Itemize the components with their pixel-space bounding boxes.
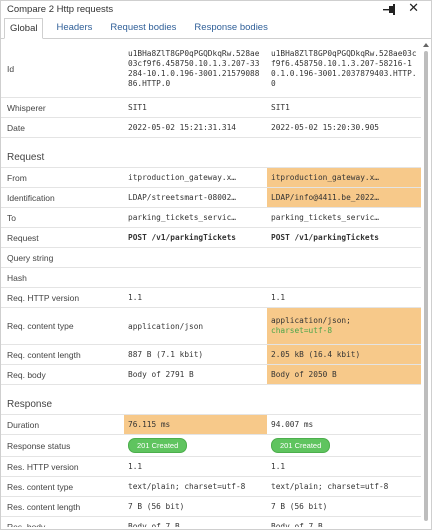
row-to: To parking_tickets_servic… parking_ticke… [1,208,421,228]
row-label: To [7,212,16,223]
row-label: Res. HTTP version [7,461,79,472]
row-req-http-version: Req. HTTP version 1.1 1.1 [1,288,421,308]
row-res-content-type: Res. content type text/plain; charset=ut… [1,477,421,497]
row-label: Id [7,64,15,74]
section-request: Request [1,138,421,168]
res-content-length-b: 7 B (56 bit) [271,502,328,511]
row-response-status: Response status 201 Created 201 Created [1,435,421,457]
req-content-type-b-main: application/json; [271,316,351,325]
whisperer-value-a: SIT1 [128,103,147,112]
row-label: From [7,172,27,183]
res-content-type-a: text/plain; charset=utf-8 [128,482,246,491]
row-res-http-version: Res. HTTP version 1.1 1.1 [1,457,421,477]
tab-bar: Global Headers Request bodies Response b… [1,18,431,39]
req-body-b[interactable]: Body of 2050 B [267,365,421,384]
row-label: Hash [7,272,27,283]
row-query-string: Query string [1,248,421,268]
pin-icon[interactable] [383,4,397,15]
scroll-up-arrow-icon[interactable] [423,43,429,47]
tab-headers[interactable]: Headers [51,22,97,38]
status-cell-a: 201 Created [124,435,267,456]
close-icon[interactable]: ✕ [408,2,419,16]
row-request: Request POST /v1/parkingTickets POST /v1… [1,228,421,248]
duration-value-a: 76.115 ms [124,415,267,434]
row-label: Request [7,232,39,243]
comparison-table: Id u1BHa8ZlT8GP0qPGQDkqRw.528ae03cf9f6.4… [1,41,421,527]
row-label: Req. HTTP version [7,292,80,303]
request-value-b: POST /v1/parkingTickets [271,233,379,242]
query-value-a [124,248,267,267]
vertical-scrollbar[interactable] [423,41,429,527]
title-bar: Compare 2 Http requests ✕ [1,1,431,18]
res-content-type-b: text/plain; charset=utf-8 [271,482,389,491]
row-id: Id u1BHa8ZlT8GP0qPGQDkqRw.528ae03cf9f6.4… [1,41,421,98]
row-hash: Hash [1,268,421,288]
row-label: Identification [7,192,55,203]
row-date: Date 2022-05-02 15:21:31.314 2022-05-02 … [1,118,421,138]
row-from: From itproduction_gateway.x… itproductio… [1,168,421,188]
query-value-b [267,248,421,267]
row-label: Response status [7,440,71,451]
request-value-a: POST /v1/parkingTickets [128,233,236,242]
id-value-b[interactable]: u1BHa8ZlT8GP0qPGQDkqRw.528ae03cf9f6.4587… [267,41,421,97]
row-label: Query string [7,252,54,263]
whisperer-value-b: SIT1 [271,103,290,112]
duration-value-b: 94.007 ms [271,420,314,429]
res-body-a[interactable]: Body of 7 B [124,517,267,527]
row-identification: Identification LDAP/streetsmart-08002… L… [1,188,421,208]
status-badge: 201 Created [271,438,331,453]
req-content-type-a: application/json [128,321,204,331]
to-value-a[interactable]: parking_tickets_servic… [124,208,267,227]
status-badge: 201 Created [128,438,188,453]
req-body-a[interactable]: Body of 2791 B [124,365,267,384]
dialog-title: Compare 2 Http requests [7,4,114,15]
req-content-type-b: application/json; charset=utf-8 [267,308,421,344]
compare-dialog: Compare 2 Http requests ✕ Global Headers… [0,0,432,530]
row-duration: Duration 76.115 ms 94.007 ms [1,415,421,435]
date-value-b: 2022-05-02 15:20:30.905 [271,123,379,132]
row-label: Whisperer [7,102,46,113]
row-label: Date [7,122,25,133]
hash-value-b [267,268,421,287]
req-content-type-b-extra: charset=utf-8 [271,326,333,335]
row-req-content-length: Req. content length 887 B (7.1 kbit) 2.0… [1,345,421,365]
from-value-b[interactable]: itproduction_gateway.x… [267,168,421,187]
row-whisperer: Whisperer SIT1 SIT1 [1,98,421,118]
identification-value-b[interactable]: LDAP/info@4411.be_2022… [267,188,421,207]
identification-value-a[interactable]: LDAP/streetsmart-08002… [124,188,267,207]
from-value-a[interactable]: itproduction_gateway.x… [124,168,267,187]
req-content-length-a: 887 B (7.1 kbit) [128,350,204,359]
row-label: Req. body [7,369,46,380]
tab-global[interactable]: Global [4,18,44,39]
row-label: Req. content length [7,349,81,360]
status-cell-b: 201 Created [267,435,421,456]
row-req-body: Req. body Body of 2791 B Body of 2050 B [1,365,421,385]
req-http-version-a: 1.1 [128,293,143,302]
res-http-version-b: 1.1 [271,462,286,471]
res-http-version-a: 1.1 [128,462,143,471]
to-value-b[interactable]: parking_tickets_servic… [267,208,421,227]
req-http-version-b: 1.1 [271,293,286,302]
tab-request-bodies[interactable]: Request bodies [105,22,181,38]
row-res-body: Res. body Body of 7 B Body of 7 B [1,517,421,528]
res-body-b[interactable]: Body of 7 B [267,517,421,527]
row-req-content-type: Req. content type application/json appli… [1,308,421,345]
id-value-a[interactable]: u1BHa8ZlT8GP0qPGQDkqRw.528ae03cf9f6.4587… [124,41,267,97]
res-content-length-a: 7 B (56 bit) [128,502,185,511]
scroll-thumb[interactable] [424,51,428,521]
req-content-length-b: 2.05 kB (16.4 kbit) [267,345,421,364]
row-res-content-length: Res. content length 7 B (56 bit) 7 B (56… [1,497,421,517]
row-label: Res. content type [7,481,74,492]
row-label: Duration [7,419,40,430]
row-label: Res. content length [7,501,81,512]
row-label: Res. body [7,521,46,528]
row-label: Req. content type [7,321,74,331]
section-response: Response [1,385,421,415]
tab-response-bodies[interactable]: Response bodies [189,22,272,38]
date-value-a: 2022-05-02 15:21:31.314 [128,123,236,132]
hash-value-a [124,268,267,287]
